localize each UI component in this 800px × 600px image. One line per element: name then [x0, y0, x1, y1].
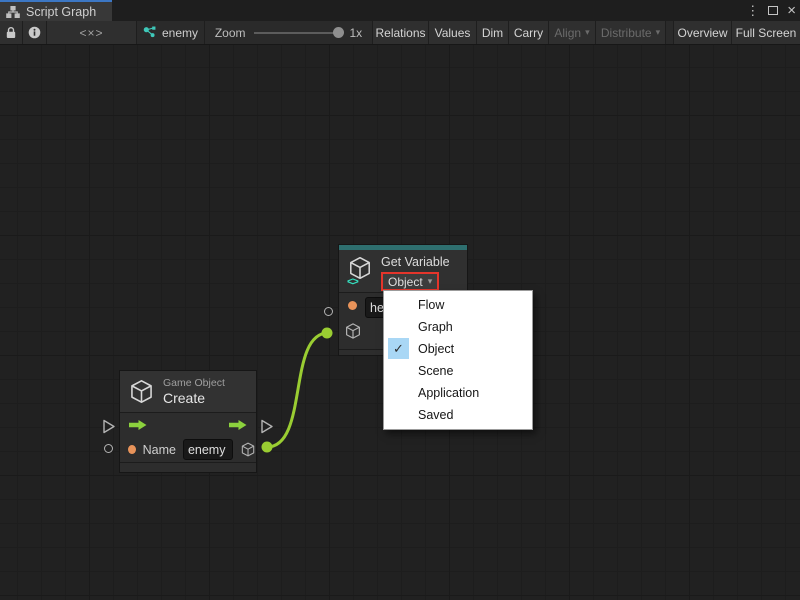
relations-button[interactable]: Relations	[373, 21, 429, 44]
string-port-icon[interactable]	[348, 301, 357, 310]
gameobject-cube-icon	[128, 378, 155, 405]
lock-icon	[5, 26, 17, 39]
check-icon: ✓	[388, 338, 409, 359]
graph-icon	[143, 26, 157, 39]
node-footer	[120, 463, 256, 473]
window-controls: ⋮ ×	[746, 0, 796, 21]
menu-item-graph[interactable]: Graph	[384, 316, 532, 338]
string-port-icon[interactable]	[128, 445, 136, 454]
name-input[interactable]	[183, 439, 233, 460]
maximize-icon[interactable]	[768, 6, 778, 15]
overview-button[interactable]: Overview	[674, 21, 732, 44]
code-view-button[interactable]: <×>	[47, 21, 137, 44]
chevron-down-icon: ▾	[656, 27, 661, 38]
getvar-name-port[interactable]	[324, 307, 333, 316]
code-icon: <×>	[79, 26, 103, 40]
graph-breadcrumb[interactable]: enemy	[137, 21, 205, 44]
align-button[interactable]: Align▾	[549, 21, 596, 44]
node-title: Create	[163, 390, 225, 406]
tab-title: Script Graph	[26, 5, 96, 19]
zoom-value: 1x	[350, 26, 363, 40]
graph-toolbar: <×> enemy Zoom 1x Relations Values	[0, 21, 800, 45]
name-input-port[interactable]	[104, 444, 113, 453]
close-icon[interactable]: ×	[787, 0, 796, 21]
variable-kind-dropdown[interactable]: Object ▾	[381, 272, 439, 291]
window-menu-icon[interactable]: ⋮	[746, 0, 759, 21]
toolbar-spacer	[666, 21, 674, 44]
node-category: Game Object	[163, 377, 225, 390]
flow-output-port[interactable]	[260, 419, 274, 434]
menu-item-application[interactable]: Application	[384, 382, 532, 404]
node-title: Get Variable	[381, 255, 450, 270]
values-button[interactable]: Values	[429, 21, 477, 44]
name-label: Name	[143, 443, 176, 457]
zoom-control: Zoom 1x	[205, 21, 373, 44]
getvar-object-port-connected	[322, 328, 333, 339]
zoom-label: Zoom	[215, 26, 246, 40]
flow-input-port[interactable]	[102, 419, 116, 434]
chevron-down-icon: ▾	[428, 276, 433, 287]
node-create-game-object[interactable]: Game Object Create Name	[119, 370, 257, 473]
info-button[interactable]	[23, 21, 47, 44]
menu-item-flow[interactable]: Flow	[384, 294, 532, 316]
create-output-port-connected	[262, 442, 273, 453]
dim-button[interactable]: Dim	[477, 21, 509, 44]
script-graph-window: Script Graph ⋮ × <×>	[0, 0, 800, 600]
flow-row	[120, 413, 256, 437]
carry-button[interactable]: Carry	[509, 21, 549, 44]
gameobject-port-icon[interactable]	[344, 322, 362, 340]
breadcrumb-graph-name: enemy	[162, 26, 198, 40]
create-header: Game Object Create	[120, 371, 256, 412]
fullscreen-button[interactable]: Full Screen	[732, 21, 800, 44]
title-bar: Script Graph ⋮ ×	[0, 0, 800, 21]
code-brackets-icon: <>	[347, 276, 358, 288]
menu-item-saved[interactable]: Saved	[384, 404, 532, 426]
flow-out-arrow-icon[interactable]	[227, 419, 249, 431]
graph-canvas[interactable]: <> Get Variable Object ▾	[0, 45, 800, 600]
gameobject-port-icon[interactable]	[240, 440, 256, 459]
get-variable-header: <> Get Variable Object ▾	[339, 250, 467, 292]
menu-item-scene[interactable]: Scene	[384, 360, 532, 382]
chevron-down-icon: ▾	[585, 27, 590, 38]
tab-script-graph[interactable]: Script Graph	[0, 0, 112, 21]
variable-kind-menu: Flow Graph ✓ Object Scene Application Sa…	[383, 290, 533, 430]
menu-item-object[interactable]: ✓ Object	[384, 338, 532, 360]
script-graph-icon	[6, 6, 20, 18]
distribute-button[interactable]: Distribute▾	[596, 21, 666, 44]
zoom-slider-handle[interactable]	[333, 27, 344, 38]
info-icon	[28, 26, 41, 39]
flow-in-arrow-icon[interactable]	[127, 419, 149, 431]
variable-cube-icon: <>	[347, 255, 375, 285]
zoom-slider[interactable]	[254, 32, 342, 34]
lock-button[interactable]	[0, 21, 23, 44]
name-row: Name	[120, 437, 256, 462]
